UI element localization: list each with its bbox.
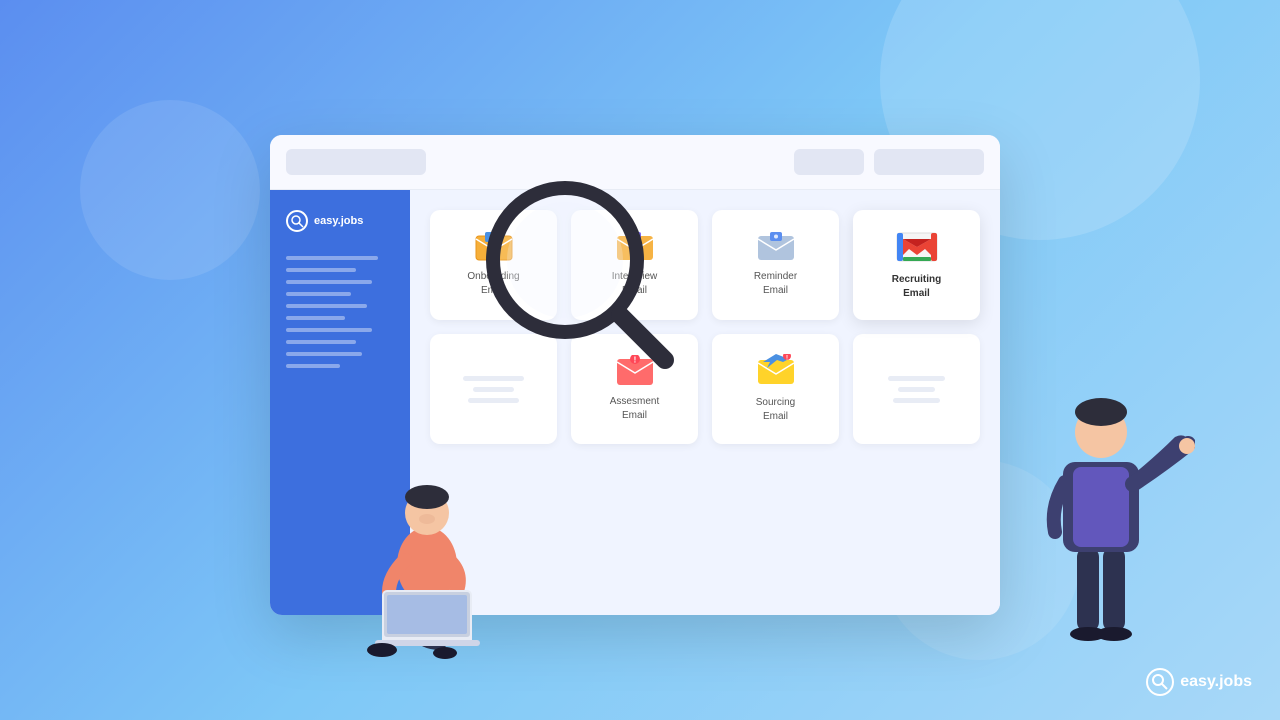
- bottom-logo-text: easy.jobs: [1180, 673, 1252, 691]
- svg-text:!: !: [633, 356, 636, 365]
- assesment-email-icon: !: [616, 355, 654, 387]
- browser-window: easy.jobs @: [270, 135, 1000, 615]
- reminder-email-icon: [757, 232, 795, 262]
- card-onboarding[interactable]: @ OnboardingEmail: [430, 210, 557, 320]
- recruiting-email-icon: [895, 229, 939, 265]
- card-interview-label: InternviewEmail: [612, 270, 658, 298]
- card-sourcing[interactable]: ! SourcingEmail: [712, 334, 839, 444]
- card-recruiting[interactable]: RecruitingEmail: [853, 210, 980, 320]
- email-cards-grid: @ OnboardingEmail InternviewEmail: [430, 210, 980, 444]
- browser-btn-2: [874, 149, 984, 175]
- app-sidebar: easy.jobs: [270, 190, 410, 615]
- card-recruiting-label: RecruitingEmail: [892, 273, 941, 301]
- sourcing-email-icon: !: [757, 354, 795, 388]
- card-empty-1: [430, 334, 557, 444]
- card-reminder-label: ReminderEmail: [754, 270, 797, 298]
- card-interview[interactable]: InternviewEmail: [571, 210, 698, 320]
- bg-decoration-circle-3: [80, 100, 260, 280]
- onboarding-email-icon: @: [475, 232, 513, 262]
- card-assesment-label: AssesmentEmail: [610, 395, 659, 423]
- card-sourcing-label: SourcingEmail: [756, 396, 795, 424]
- card-assesment[interactable]: ! AssesmentEmail: [571, 334, 698, 444]
- sidebar-logo: easy.jobs: [286, 210, 394, 232]
- svg-text:!: !: [786, 356, 788, 362]
- bottom-logo: easy.jobs: [1146, 668, 1252, 696]
- sidebar-logo-text: easy.jobs: [314, 215, 363, 227]
- card-onboarding-label: OnboardingEmail: [467, 270, 519, 298]
- browser-btn-1: [794, 149, 864, 175]
- app-content: @ OnboardingEmail InternviewEmail: [410, 190, 1000, 615]
- sidebar-nav-lines: [286, 256, 394, 368]
- card-reminder[interactable]: ReminderEmail: [712, 210, 839, 320]
- interview-email-icon: [616, 232, 654, 262]
- sidebar-logo-icon: [286, 210, 308, 232]
- bottom-logo-icon: [1146, 668, 1174, 696]
- browser-topbar: [270, 135, 1000, 190]
- card-empty-2: [853, 334, 980, 444]
- svg-text:@: @: [490, 234, 498, 243]
- browser-search-bar: [286, 149, 426, 175]
